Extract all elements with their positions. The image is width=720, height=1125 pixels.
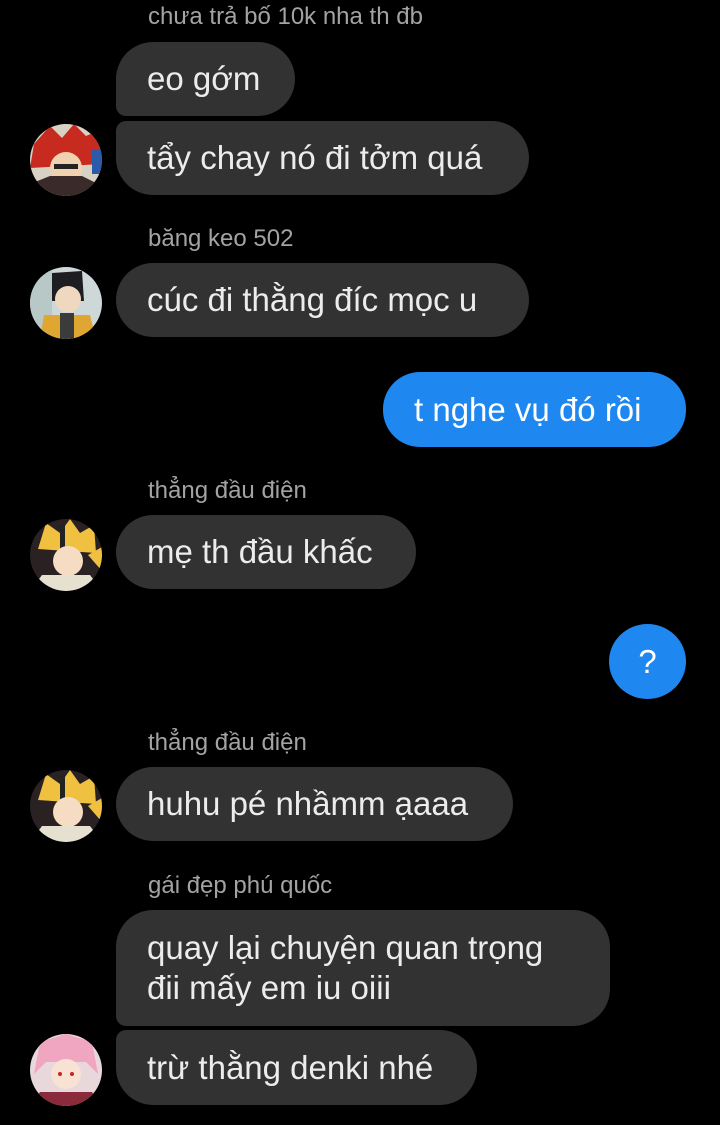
message-text: eo gớm [147,60,261,97]
avatar-image [30,267,102,339]
sender-name: chưa trả bố 10k nha th đb [148,3,423,30]
avatar[interactable] [30,770,102,842]
avatar[interactable] [30,267,102,339]
message-text: ? [638,642,657,680]
message-text: huhu pé nhầmm ạaaa [147,785,469,822]
message-bubble[interactable]: mẹ th đầu khấc [116,515,416,589]
message-bubble[interactable]: eo gớm [116,42,295,116]
message-text: trừ thằng denki nhé [147,1048,434,1086]
avatar[interactable] [30,1034,102,1106]
message-text: t nghe vụ đó rồi [414,390,642,428]
message-bubble[interactable]: tẩy chay nó đi tởm quá [116,121,529,195]
avatar-image [30,1034,102,1106]
message-bubble[interactable]: trừ thằng denki nhé [116,1030,477,1105]
outgoing-message-bubble[interactable]: ? [609,624,686,699]
outgoing-message-bubble[interactable]: t nghe vụ đó rồi [383,372,686,447]
avatar-image [30,519,102,591]
message-text-line: quay lại chuyện quan trọng [147,929,544,966]
message-bubble[interactable]: cúc đi thằng đíc mọc u [116,263,529,337]
sender-name: thẳng đầu điện [148,729,307,756]
message-bubble[interactable]: quay lại chuyện quan trọng đii mấy em iu… [116,910,610,1026]
avatar-image [30,124,102,196]
sender-name: thẳng đầu điện [148,477,307,504]
avatar[interactable] [30,124,102,196]
sender-name: gái đẹp phú quốc [148,872,333,899]
avatar-image [30,770,102,842]
message-bubble[interactable]: huhu pé nhầmm ạaaa [116,767,513,841]
message-text: cúc đi thằng đíc mọc u [147,281,478,318]
message-text: tẩy chay nó đi tởm quá [147,139,483,176]
message-text: mẹ th đầu khấc [147,533,373,570]
avatar[interactable] [30,519,102,591]
sender-name: băng keo 502 [148,225,294,252]
message-text-line: đii mấy em iu oiii [147,969,391,1006]
